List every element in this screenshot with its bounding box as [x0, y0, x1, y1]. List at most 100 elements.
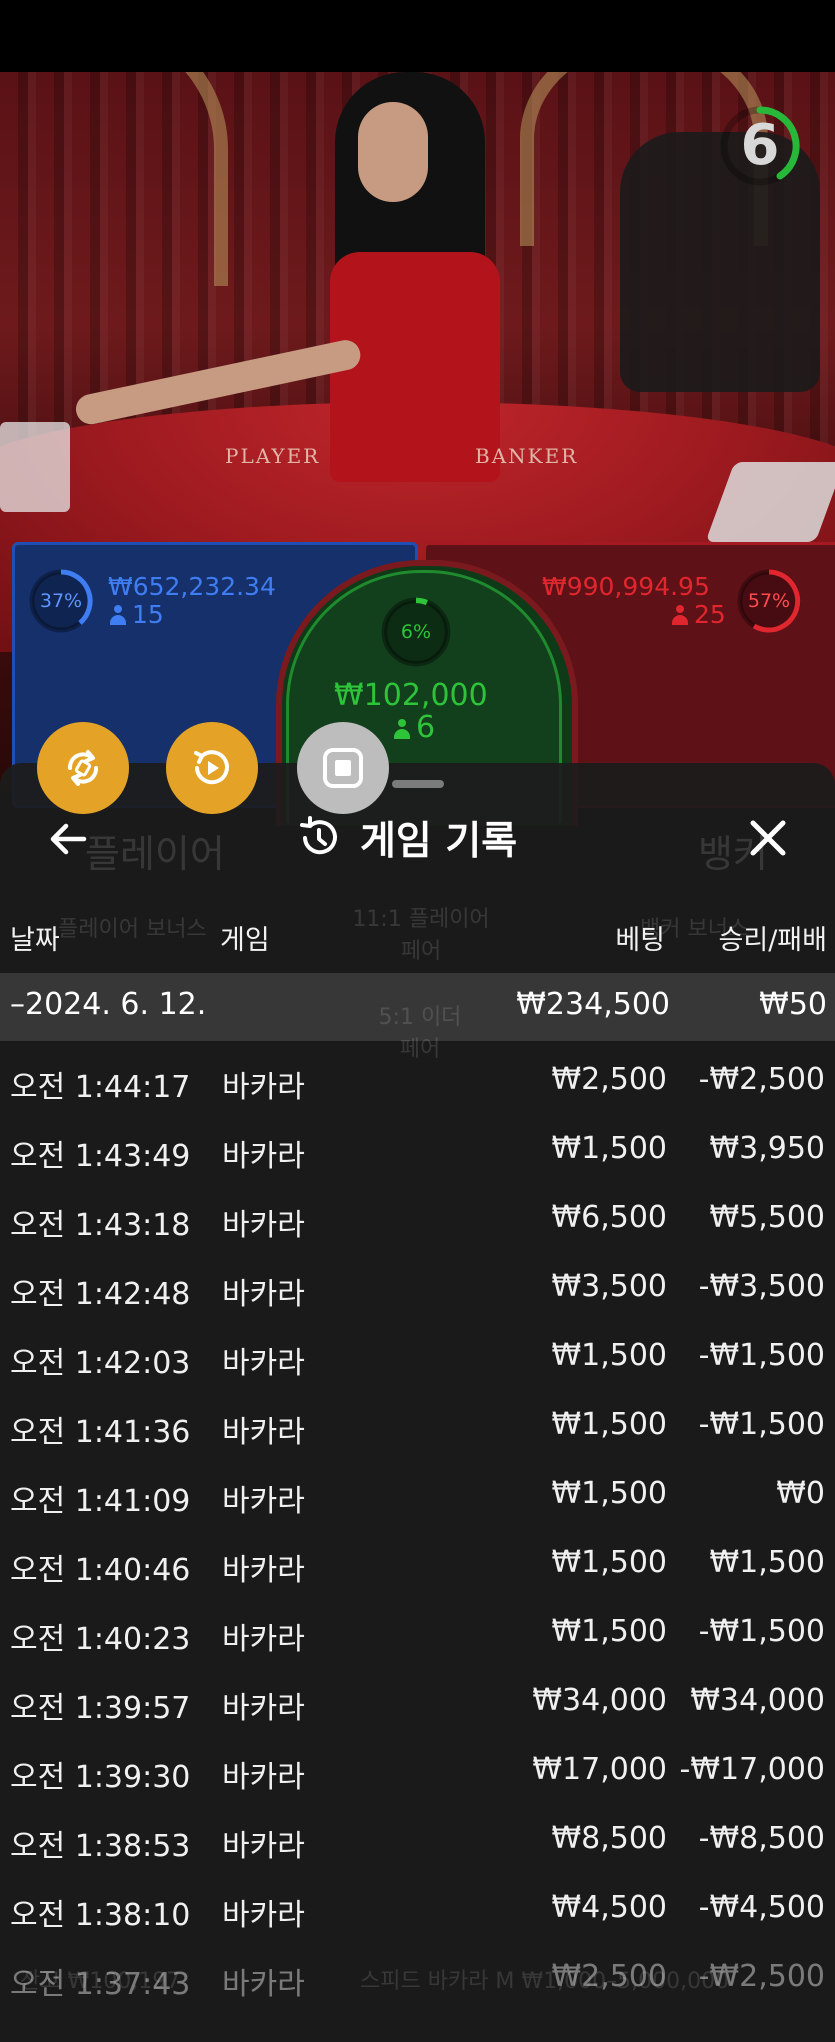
ghost-player-label: 플레이어 — [85, 832, 225, 876]
row-time: 오전 1:39:57 — [10, 1691, 191, 1726]
row-time: 오전 1:38:53 — [10, 1829, 191, 1864]
table-row[interactable]: 오전 1:42:48 바카라 ₩3,500 -₩3,500 — [0, 1255, 835, 1323]
tie-amount: ₩102,000 — [334, 678, 488, 713]
row-winloss: ₩34,000 — [690, 1683, 825, 1718]
row-bet: ₩6,500 — [551, 1200, 667, 1235]
table-row[interactable]: 오전 1:40:23 바카라 ₩1,500 -₩1,500 — [0, 1600, 835, 1668]
row-bet: ₩1,500 — [551, 1131, 667, 1166]
row-bet: ₩1,500 — [551, 1614, 667, 1649]
dealer-face — [358, 102, 428, 202]
ghost-player-bonus: 플레이어 보너스 — [58, 917, 207, 942]
row-game: 바카라 — [222, 1760, 305, 1795]
row-time: 오전 1:41:36 — [10, 1415, 191, 1450]
row-bet: ₩4,500 — [551, 1890, 667, 1925]
tie-users: 6 — [394, 710, 435, 745]
column-header-winloss: 승리/패배 — [718, 925, 827, 956]
row-time: 오전 1:39:30 — [10, 1760, 191, 1795]
row-game: 바카라 — [222, 1553, 305, 1588]
table-row[interactable]: 오전 1:39:57 바카라 ₩34,000 ₩34,000 — [0, 1669, 835, 1737]
row-bet: ₩1,500 — [551, 1407, 667, 1442]
row-bet: ₩1,500 — [551, 1545, 667, 1580]
row-game: 바카라 — [222, 1139, 305, 1174]
banker-percent: 57% — [747, 590, 791, 612]
row-winloss: ₩0 — [776, 1476, 825, 1511]
banker-users: 25 — [672, 600, 726, 629]
row-winloss: -₩3,500 — [698, 1269, 825, 1304]
page-title: 게임 기록 — [360, 819, 518, 864]
row-game: 바카라 — [222, 1829, 305, 1864]
back-arrow-icon[interactable] — [44, 815, 92, 863]
row-winloss: ₩5,500 — [709, 1200, 825, 1235]
column-header-bet: 베팅 — [615, 925, 665, 956]
row-bet: ₩17,000 — [532, 1752, 667, 1787]
table-row[interactable]: 오전 1:43:49 바카라 ₩1,500 ₩3,950 — [0, 1117, 835, 1185]
group-winloss-total: ₩50 — [759, 987, 827, 1022]
row-winloss: -₩8,500 — [698, 1821, 825, 1856]
replay-button[interactable] — [166, 722, 258, 814]
row-winloss: -₩2,500 — [698, 1959, 825, 1994]
row-game: 바카라 — [222, 1691, 305, 1726]
row-game: 바카라 — [222, 1208, 305, 1243]
stop-icon — [323, 748, 363, 788]
table-row[interactable]: 오전 1:38:10 바카라 ₩4,500 -₩4,500 — [0, 1876, 835, 1944]
close-icon[interactable] — [745, 815, 791, 861]
table-row[interactable]: 오전 1:43:18 바카라 ₩6,500 ₩5,500 — [0, 1186, 835, 1254]
table-row[interactable]: 오전 1:38:53 바카라 ₩8,500 -₩8,500 — [0, 1807, 835, 1875]
row-winloss: -₩1,500 — [698, 1614, 825, 1649]
row-bet: ₩1,500 — [551, 1338, 667, 1373]
row-winloss: ₩3,950 — [709, 1131, 825, 1166]
timer-value: 6 — [740, 113, 780, 178]
row-game: 바카라 — [222, 1898, 305, 1933]
replay-icon — [194, 750, 229, 785]
row-winloss: -₩1,500 — [698, 1407, 825, 1442]
card-stack — [0, 422, 70, 512]
row-time: 오전 1:44:17 — [10, 1070, 191, 1105]
row-time: 오전 1:41:09 — [10, 1484, 191, 1519]
row-time: 오전 1:43:49 — [10, 1139, 191, 1174]
table-row[interactable]: 오전 1:37:43 바카라 ₩2,500 -₩2,500 — [0, 1945, 835, 2013]
game-history-panel: 플레이어 뱅커 플레이어 보너스 11:1 플레이어 페어 뱅커 보너스 5:1… — [0, 763, 835, 2042]
group-bet-total: ₩234,500 — [516, 987, 670, 1022]
row-time: 오전 1:38:10 — [10, 1898, 191, 1933]
table-row[interactable]: 오전 1:41:36 바카라 ₩1,500 -₩1,500 — [0, 1393, 835, 1461]
row-time: 오전 1:40:46 — [10, 1553, 191, 1588]
row-bet: ₩34,000 — [532, 1683, 667, 1718]
player-user-count: 15 — [132, 600, 164, 629]
column-header-game: 게임 — [220, 925, 270, 956]
row-game: 바카라 — [222, 1277, 305, 1312]
stop-button[interactable] — [297, 722, 389, 814]
row-bet: ₩2,500 — [551, 1959, 667, 1994]
rotate-icon — [68, 750, 98, 786]
player-amount: ₩652,232.34 — [108, 572, 276, 601]
row-game: 바카라 — [222, 1622, 305, 1657]
table-player-label: PLAYER — [225, 444, 321, 468]
table-row[interactable]: 오전 1:41:09 바카라 ₩1,500 ₩0 — [0, 1462, 835, 1530]
row-game: 바카라 — [222, 1070, 305, 1105]
row-game: 바카라 — [222, 1967, 305, 2002]
countdown-timer: 6 — [718, 104, 802, 188]
row-time: 오전 1:43:18 — [10, 1208, 191, 1243]
row-bet: ₩2,500 — [551, 1062, 667, 1097]
rotate-button[interactable] — [37, 722, 129, 814]
ghost-player-pair: 11:1 플레이어 페어 — [352, 907, 490, 964]
row-time: 오전 1:37:43 — [10, 1967, 191, 2002]
row-time: 오전 1:42:03 — [10, 1346, 191, 1381]
player-percent: 37% — [39, 590, 83, 612]
person-icon — [394, 719, 410, 739]
table-banker-label: BANKER — [475, 444, 579, 468]
table-row[interactable]: 오전 1:39:30 바카라 ₩17,000 -₩17,000 — [0, 1738, 835, 1806]
row-time: 오전 1:40:23 — [10, 1622, 191, 1657]
table-row[interactable]: 오전 1:42:03 바카라 ₩1,500 -₩1,500 — [0, 1324, 835, 1392]
table-row[interactable]: 오전 1:44:17 바카라 ₩2,500 -₩2,500 — [0, 1048, 835, 1116]
row-winloss: -₩2,500 — [698, 1062, 825, 1097]
history-icon — [300, 816, 337, 855]
row-game: 바카라 — [222, 1415, 305, 1450]
row-winloss: -₩17,000 — [679, 1752, 825, 1787]
date-group-row[interactable]: –2024. 6. 12. ₩234,500 ₩50 — [0, 973, 835, 1041]
table-row[interactable]: 오전 1:40:46 바카라 ₩1,500 ₩1,500 — [0, 1531, 835, 1599]
row-bet: ₩8,500 — [551, 1821, 667, 1856]
drag-handle[interactable] — [392, 780, 444, 788]
row-winloss: ₩1,500 — [709, 1545, 825, 1580]
tie-percent: 6% — [400, 621, 432, 643]
arch-left — [0, 72, 228, 286]
